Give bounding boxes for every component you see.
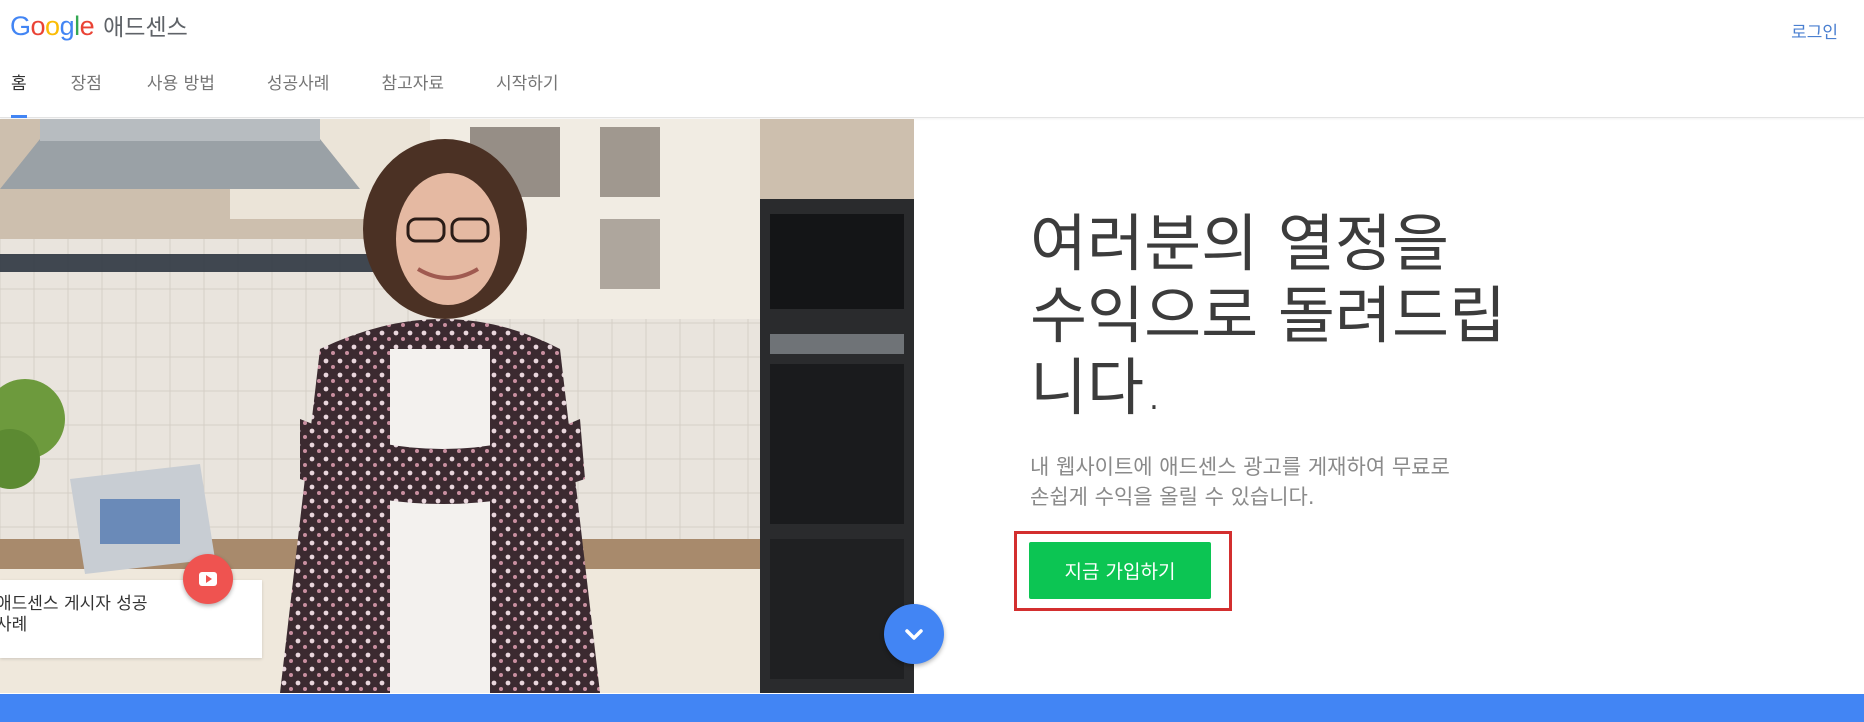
adsense-logo[interactable]: Google 애드센스 [10, 8, 188, 42]
nav-tab-success-stories[interactable]: 성공사례 [267, 64, 330, 118]
nav-tab-home[interactable]: 홈 [11, 64, 27, 118]
product-name: 애드센스 [103, 15, 188, 41]
cta-highlight-box: 지금 가입하기 [1014, 531, 1232, 611]
nav-tab-get-started[interactable]: 시작하기 [496, 64, 559, 118]
section-divider-band [0, 694, 1864, 722]
hero-headline: 여러분의 열정을 수익으로 돌려드립 니다. [1030, 207, 1507, 424]
youtube-play-icon [199, 572, 217, 586]
success-story-text: 애드센스 게시자 성공 사례 [0, 594, 148, 635]
signup-now-button[interactable]: 지금 가입하기 [1029, 542, 1211, 599]
nav-tab-benefits[interactable]: 장점 [71, 64, 102, 118]
hero-subtext: 내 웹사이트에 애드센스 광고를 게재하여 무료로 손쉽게 수익을 올릴 수 있… [1030, 455, 1450, 509]
google-logo: Google [10, 11, 95, 42]
main-nav: 홈 장점 사용 방법 성공사례 참고자료 시작하기 [0, 64, 559, 118]
site-header: Google 애드센스 로그인 홈 장점 사용 방법 성공사례 참고자료 시작하… [0, 0, 1864, 118]
video-play-button[interactable] [183, 554, 233, 604]
logo-letter: G [10, 11, 31, 41]
nav-tab-how-it-works[interactable]: 사용 방법 [147, 64, 215, 118]
chevron-down-icon [905, 629, 923, 640]
scroll-down-button[interactable] [884, 604, 944, 664]
login-link[interactable]: 로그인 [1791, 18, 1838, 43]
logo-letter: g [59, 11, 75, 41]
logo-letter: o [45, 11, 60, 41]
logo-letter: e [79, 11, 95, 41]
nav-tab-resources[interactable]: 참고자료 [381, 64, 444, 118]
logo-letter: o [30, 11, 46, 41]
